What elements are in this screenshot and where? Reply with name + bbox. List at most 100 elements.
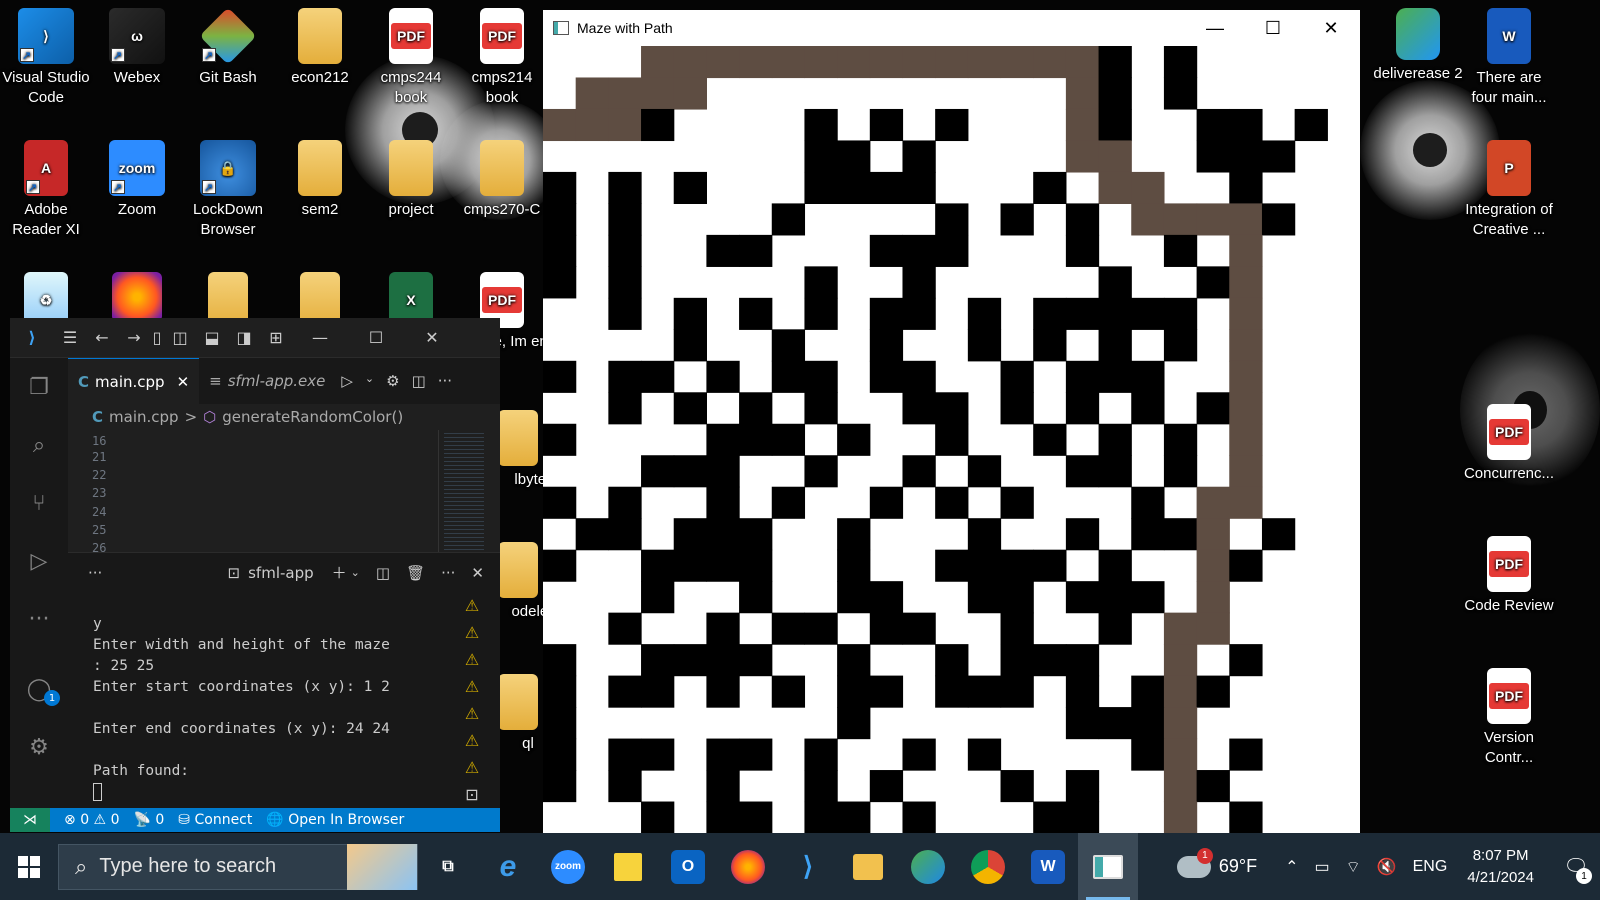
desktop-icon-cmps270-c[interactable]: cmps270-C	[456, 140, 548, 220]
desktop-icon-git-bash[interactable]: Git Bash	[182, 7, 274, 88]
desktop-icon-code-review[interactable]: PDF Code Review	[1463, 536, 1555, 616]
menu-icon[interactable]: ☰	[54, 328, 86, 347]
desktop-icon-vscode[interactable]: ⟩ Visual Studio Code	[0, 8, 92, 108]
warning-icon[interactable]: ⚠	[458, 673, 486, 700]
desktop-icon-cmps244-book[interactable]: PDF cmps244 book	[365, 8, 457, 108]
warning-icon[interactable]: ⚠	[458, 592, 486, 619]
warning-icon[interactable]: ⚠	[458, 646, 486, 673]
desktop-icon-project[interactable]: project	[365, 140, 457, 220]
maze-window[interactable]: Maze with Path — ☐ ✕	[543, 10, 1360, 833]
more-icon[interactable]: ···	[88, 564, 220, 582]
ports-status[interactable]: 📡 0	[133, 812, 164, 828]
desktop-icon-concurrency[interactable]: PDF Concurrenc...	[1463, 404, 1555, 484]
taskbar-file-explorer[interactable]	[838, 833, 898, 900]
desktop-icon-sem2[interactable]: sem2	[274, 140, 366, 220]
taskbar-internet-explorer[interactable]: e	[478, 833, 538, 900]
breadcrumb-symbol[interactable]: generateRandomColor()	[222, 408, 403, 426]
more-icon[interactable]: ···	[10, 590, 68, 648]
open-in-browser-status[interactable]: 🌐 Open In Browser	[266, 812, 404, 828]
taskbar-sticky-notes[interactable]	[598, 833, 658, 900]
weather-widget[interactable]: 1 69°F	[1176, 847, 1257, 878]
minimize-button[interactable]: —	[1186, 10, 1244, 46]
toggle-panel-icon[interactable]: ⬓	[196, 328, 228, 347]
warning-icon[interactable]: ⚠	[458, 727, 486, 754]
desktop-icon-econ212[interactable]: econ212	[274, 8, 366, 88]
vscode-window[interactable]: ⟩ ☰ ← → ▯ ◫ ⬓ ◨ ⊞ — ☐ ✕ ❐ ⌕ ⑂ ▷ ··· ◯ 1 ⚙…	[10, 318, 500, 832]
taskbar-word[interactable]: W	[1018, 833, 1078, 900]
desktop-icon-adobe-reader[interactable]: A Adobe Reader XI	[0, 140, 92, 240]
command-center[interactable]: ▯	[150, 328, 164, 347]
explorer-icon[interactable]: ❐	[10, 358, 68, 416]
minimap[interactable]	[444, 430, 484, 552]
chevron-up-icon[interactable]: ⌃	[1285, 857, 1298, 877]
customize-layout-icon[interactable]: ⊞	[260, 328, 292, 347]
terminal-name[interactable]: sfml-app	[248, 564, 314, 582]
maze-titlebar[interactable]: Maze with Path — ☐ ✕	[543, 10, 1360, 46]
maze-wall-cell	[739, 297, 773, 330]
maximize-button[interactable]: ☐	[1244, 10, 1302, 46]
vscode-titlebar[interactable]: ⟩ ☰ ← → ▯ ◫ ⬓ ◨ ⊞ — ☐ ✕	[10, 318, 500, 358]
taskbar-maze-app[interactable]	[1078, 833, 1138, 900]
back-arrow-icon[interactable]: ←	[86, 328, 118, 347]
desktop-icon-webex[interactable]: ω Webex	[91, 8, 183, 88]
toggle-sidebar-icon[interactable]: ◫	[164, 328, 196, 347]
split-terminal-icon[interactable]: ◫	[376, 564, 390, 582]
problems-status[interactable]: ⊗ 0 ⚠ 0	[64, 812, 119, 828]
taskbar-chrome[interactable]	[958, 833, 1018, 900]
new-terminal-icon[interactable]: ＋	[332, 562, 347, 583]
close-panel-icon[interactable]: ✕	[471, 564, 484, 582]
notification-center-button[interactable]: 🗨 1	[1552, 833, 1600, 900]
close-button[interactable]: ✕	[1302, 10, 1360, 46]
chevron-down-icon[interactable]: ⌄	[351, 566, 360, 579]
remote-icon[interactable]: ⋊	[10, 808, 50, 832]
window-maximize-button[interactable]: ☐	[360, 328, 392, 347]
volume-muted-icon[interactable]: 🔇	[1377, 857, 1397, 877]
trash-icon[interactable]: 🗑	[406, 564, 425, 582]
toggle-secondary-sidebar-icon[interactable]: ◨	[228, 328, 260, 347]
warning-icon[interactable]: ⚠	[458, 700, 486, 727]
taskbar-vscode[interactable]: ⟩	[778, 833, 838, 900]
close-tab-icon[interactable]: ✕	[177, 373, 190, 391]
more-actions-icon[interactable]: ···	[441, 564, 455, 582]
tab-main-cpp[interactable]: C main.cpp ✕	[68, 358, 200, 404]
taskbar-zoom[interactable]: zoom	[538, 833, 598, 900]
breadcrumb-file[interactable]: main.cpp	[109, 408, 179, 426]
desktop-icon-version-control[interactable]: PDF Version Contr...	[1463, 668, 1555, 768]
run-icon[interactable]: ▷	[341, 372, 353, 390]
window-close-button[interactable]: ✕	[416, 328, 448, 347]
more-actions-icon[interactable]: ···	[438, 372, 452, 390]
tab-sfml-app-exe[interactable]: ≡ sfml-app.exe	[199, 358, 335, 404]
taskbar-outlook[interactable]: O	[658, 833, 718, 900]
desktop-icon-there-are-four-main[interactable]: W There are four main...	[1463, 8, 1555, 108]
run-debug-icon[interactable]: ▷	[10, 532, 68, 590]
warning-icon[interactable]: ⚠	[458, 754, 486, 781]
desktop-icon-integration-of-creative[interactable]: P Integration of Creative ...	[1463, 140, 1555, 240]
forward-arrow-icon[interactable]: →	[118, 328, 150, 347]
gear-icon[interactable]: ⚙	[386, 372, 399, 390]
window-minimize-button[interactable]: —	[304, 328, 336, 347]
source-control-icon[interactable]: ⑂	[10, 474, 68, 532]
terminal[interactable]: y Enter width and height of the maze: 25 …	[68, 592, 500, 808]
terminal-icon[interactable]: ⊡	[458, 781, 486, 808]
task-view-button[interactable]: ⧉	[418, 833, 478, 900]
desktop-icon-cmps214-book[interactable]: PDF cmps214 book	[456, 8, 548, 108]
language-indicator[interactable]: ENG	[1413, 858, 1448, 876]
search-icon[interactable]: ⌕	[10, 416, 68, 474]
taskbar-firefox[interactable]	[718, 833, 778, 900]
accounts-icon[interactable]: ◯ 1	[10, 660, 68, 718]
warning-icon[interactable]: ⚠	[458, 619, 486, 646]
taskbar-edge[interactable]	[898, 833, 958, 900]
taskbar-search[interactable]: ⌕ Type here to search	[58, 843, 418, 890]
connect-status[interactable]: ⛁ Connect	[178, 812, 252, 828]
clock[interactable]: 8:07 PM 4/21/2024	[1467, 845, 1534, 889]
split-editor-icon[interactable]: ◫	[412, 372, 426, 390]
chevron-down-icon[interactable]: ⌄	[365, 372, 374, 390]
start-button[interactable]	[0, 833, 58, 900]
code-editor[interactable]: 16 21 22 23 24 25 26	[68, 430, 500, 552]
settings-gear-icon[interactable]: ⚙	[10, 718, 68, 776]
desktop-icon-lockdown-browser[interactable]: 🔒 LockDown Browser	[182, 140, 274, 240]
desktop-icon-zoom[interactable]: zoom Zoom	[91, 140, 183, 220]
battery-icon[interactable]: ▭	[1315, 857, 1330, 877]
desktop-icon-deliverease[interactable]: deliverease 2	[1372, 8, 1464, 84]
wifi-icon[interactable]: ⌔	[1346, 857, 1361, 877]
